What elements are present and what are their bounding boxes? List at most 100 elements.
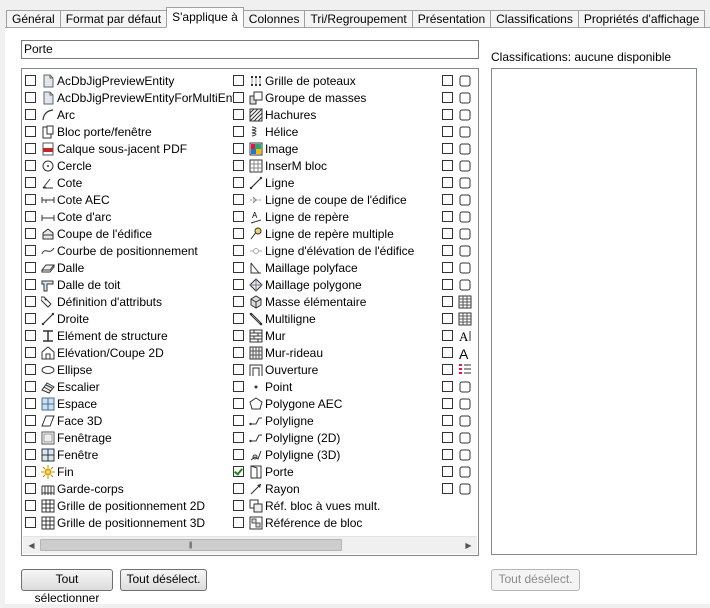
list-item[interactable]: Grille de poteaux <box>233 72 414 89</box>
list-item[interactable] <box>442 225 474 242</box>
list-item[interactable]: A <box>442 344 474 362</box>
list-item[interactable]: Droite <box>25 310 242 327</box>
list-item[interactable] <box>442 140 474 157</box>
list-item[interactable]: Mur-rideau <box>233 344 414 361</box>
list-item[interactable] <box>442 89 474 106</box>
item-checkbox[interactable] <box>442 228 453 239</box>
item-checkbox[interactable] <box>233 75 244 86</box>
list-item[interactable] <box>442 242 474 259</box>
tab-1[interactable]: Format par défaut <box>59 10 168 27</box>
item-checkbox[interactable] <box>233 313 244 324</box>
list-item[interactable] <box>442 106 474 123</box>
item-checkbox[interactable] <box>25 466 36 477</box>
list-item[interactable]: Polyligne <box>233 412 414 429</box>
item-checkbox[interactable] <box>25 415 36 426</box>
item-checkbox[interactable] <box>25 126 36 137</box>
item-checkbox[interactable] <box>25 160 36 171</box>
item-checkbox[interactable] <box>25 398 36 409</box>
item-checkbox[interactable] <box>233 517 244 528</box>
item-checkbox[interactable] <box>25 228 36 239</box>
item-checkbox[interactable] <box>442 398 453 409</box>
tab-7[interactable]: Propriétés d'affichage <box>577 10 706 27</box>
item-checkbox[interactable] <box>233 398 244 409</box>
list-item[interactable] <box>442 191 474 208</box>
list-item[interactable]: Ouverture <box>233 361 414 378</box>
select-all-button[interactable]: Tout sélectionner <box>21 569 113 605</box>
list-item[interactable] <box>442 429 474 446</box>
list-item[interactable]: Point <box>233 378 414 395</box>
list-item[interactable] <box>442 157 474 174</box>
list-item[interactable] <box>442 378 474 395</box>
item-checkbox[interactable] <box>442 415 453 426</box>
list-item[interactable]: Réf. bloc à vues mult. <box>233 497 414 514</box>
scroll-right-icon[interactable]: ▶ <box>462 539 475 552</box>
list-item[interactable] <box>442 480 474 497</box>
item-checkbox[interactable] <box>442 75 453 86</box>
list-item[interactable]: Maillage polygone <box>233 276 414 293</box>
list-item[interactable]: Cote d'arc <box>25 208 242 225</box>
list-item[interactable]: AcDbJigPreviewEntityForMultiEnts <box>25 89 242 106</box>
list-item[interactable]: Cercle <box>25 157 242 174</box>
item-checkbox[interactable] <box>25 279 36 290</box>
list-item[interactable]: Arc <box>25 106 242 123</box>
item-checkbox[interactable] <box>442 381 453 392</box>
tab-4[interactable]: Tri/Regroupement <box>304 10 413 27</box>
list-item[interactable]: Elévation/Coupe 2D <box>25 344 242 361</box>
filter-input[interactable]: Porte <box>21 40 479 59</box>
item-checkbox[interactable] <box>233 194 244 205</box>
item-checkbox[interactable] <box>233 347 244 358</box>
scrollbar-thumb[interactable]: ||| <box>40 539 342 551</box>
item-checkbox[interactable] <box>442 483 453 494</box>
item-checkbox[interactable] <box>442 194 453 205</box>
item-checkbox[interactable] <box>442 432 453 443</box>
list-item[interactable]: Elément de structure <box>25 327 242 344</box>
item-checkbox[interactable] <box>233 262 244 273</box>
scroll-left-icon[interactable]: ◀ <box>25 539 38 552</box>
list-item[interactable] <box>442 276 474 293</box>
item-checkbox[interactable] <box>25 517 36 528</box>
list-item[interactable]: Calque sous-jacent PDF <box>25 140 242 157</box>
list-item[interactable]: Multiligne <box>233 310 414 327</box>
list-item[interactable]: Référence de bloc <box>233 514 414 531</box>
item-checkbox[interactable] <box>25 211 36 222</box>
list-item[interactable]: Masse élémentaire <box>233 293 414 310</box>
list-item[interactable]: Polyligne (2D) <box>233 429 414 446</box>
item-checkbox[interactable] <box>25 432 36 443</box>
item-checkbox[interactable] <box>442 449 453 460</box>
item-checkbox[interactable] <box>442 143 453 154</box>
tab-2[interactable]: S'applique à <box>166 7 244 28</box>
item-checkbox[interactable] <box>25 262 36 273</box>
list-item[interactable]: Image <box>233 140 414 157</box>
list-item[interactable]: Espace <box>25 395 242 412</box>
tab-3[interactable]: Colonnes <box>242 10 306 27</box>
tab-6[interactable]: Classifications <box>490 10 579 27</box>
list-item[interactable] <box>442 310 474 327</box>
item-checkbox[interactable] <box>442 262 453 273</box>
item-checkbox[interactable] <box>442 313 453 324</box>
list-item[interactable]: Ligne <box>233 174 414 191</box>
item-checkbox[interactable] <box>233 177 244 188</box>
list-item[interactable] <box>442 208 474 225</box>
item-checkbox[interactable] <box>233 160 244 171</box>
object-type-list[interactable]: AcDbJigPreviewEntity AcDbJigPreviewEntity… <box>21 68 479 556</box>
list-item[interactable]: Polyligne (3D) <box>233 446 414 463</box>
item-checkbox[interactable] <box>25 330 36 341</box>
list-item[interactable] <box>442 395 474 412</box>
item-checkbox[interactable] <box>25 245 36 256</box>
item-checkbox[interactable] <box>233 415 244 426</box>
item-checkbox[interactable] <box>233 211 244 222</box>
item-checkbox[interactable] <box>25 500 36 511</box>
list-item[interactable] <box>442 446 474 463</box>
list-item[interactable] <box>442 361 474 378</box>
list-item[interactable]: Dalle de toit <box>25 276 242 293</box>
list-item[interactable]: AcDbJigPreviewEntity <box>25 72 242 89</box>
item-checkbox[interactable] <box>442 364 453 375</box>
list-item[interactable]: Fenêtre <box>25 446 242 463</box>
list-item[interactable]: Garde-corps <box>25 480 242 497</box>
item-checkbox[interactable] <box>233 143 244 154</box>
horizontal-scrollbar[interactable]: ◀ ||| ▶ <box>23 536 477 554</box>
list-item[interactable] <box>442 123 474 140</box>
item-checkbox[interactable] <box>442 466 453 477</box>
list-item[interactable]: Ligne d'élévation de l'édifice <box>233 242 414 259</box>
list-item[interactable]: Porte <box>233 463 414 480</box>
